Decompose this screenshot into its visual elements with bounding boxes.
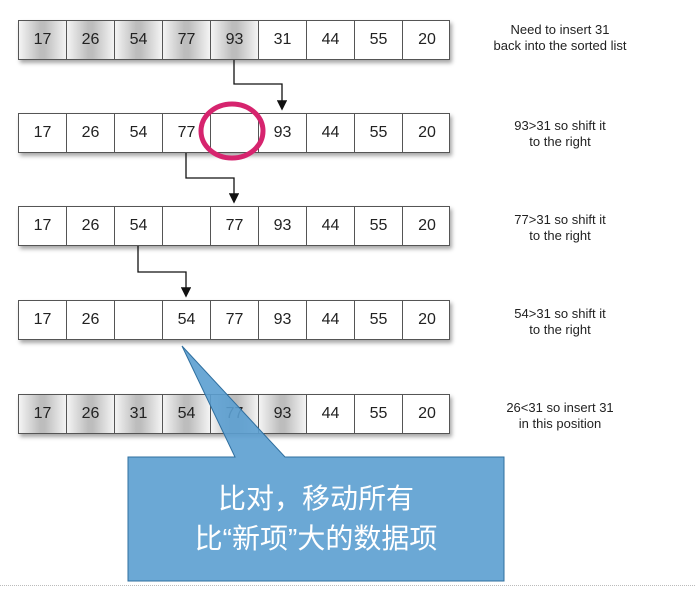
- shift-arrow-3: [137, 246, 192, 298]
- bottom-divider: [0, 585, 695, 586]
- empty-slot-highlight-circle: [198, 101, 266, 161]
- callout-text: 比对，移动所有 比“新项”大的数据项: [128, 457, 504, 581]
- callout-line-2: 比“新项”大的数据项: [194, 523, 438, 554]
- shift-arrow-1: [233, 60, 288, 111]
- shift-arrow-2: [185, 153, 240, 204]
- callout-line-1: 比对，移动所有: [217, 483, 414, 514]
